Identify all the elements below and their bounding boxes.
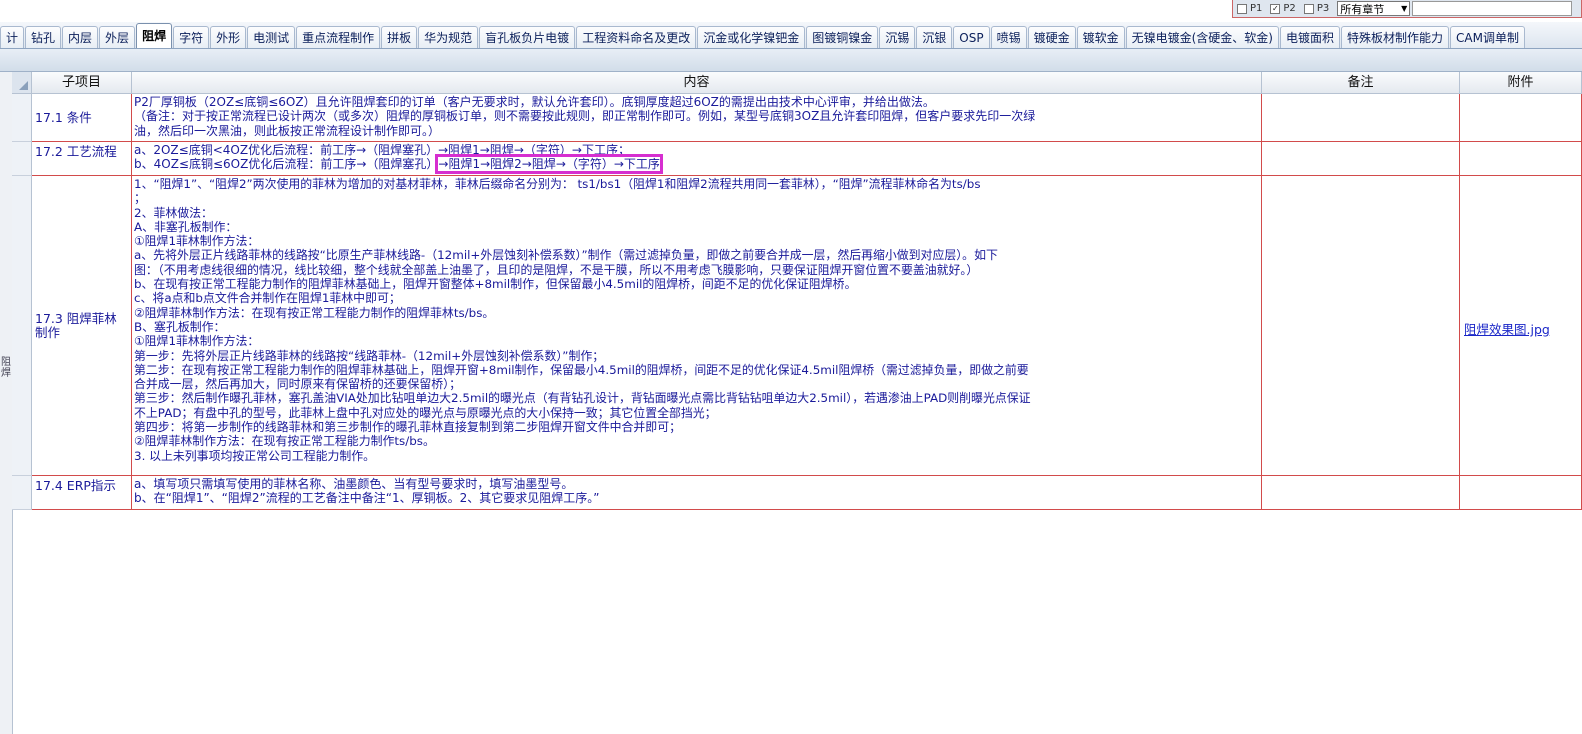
content-line: 2、菲林做法：: [134, 205, 213, 220]
content-line: B、塞孔板制作：: [134, 319, 226, 334]
header-content[interactable]: 内容: [132, 72, 1262, 94]
tab-14[interactable]: 图镀铜镍金: [806, 26, 879, 48]
tab-8[interactable]: 重点流程制作: [296, 26, 381, 48]
content-line: 第四步：将第一步制作的线路菲林和第三步制作的曝孔菲林直接复制到第二步阻焊开窗文件…: [134, 420, 681, 435]
header-sub-item[interactable]: 子项目: [32, 72, 132, 94]
p1-checkbox[interactable]: P1: [1237, 3, 1262, 14]
tab-1[interactable]: 钻孔: [25, 26, 62, 48]
content-lines: 1、“阻焊1”、“阻焊2”两次使用的菲林为增加的对基材菲林，菲林后缀命名分别为：…: [134, 177, 1259, 463]
content-line: ；: [134, 191, 146, 206]
remark-cell[interactable]: [1262, 176, 1460, 476]
filter-input-area[interactable]: [1412, 1, 1573, 16]
tab-7[interactable]: 电测试: [247, 26, 296, 48]
tab-5[interactable]: 字符: [173, 26, 210, 48]
header-attachment[interactable]: 附件: [1460, 72, 1582, 94]
remark-cell[interactable]: [1262, 476, 1460, 510]
chapter-filter-bar: P1 ✓ P2 P3 所有章节 ▼: [1232, 0, 1582, 18]
row-header[interactable]: [12, 176, 32, 476]
content-line: ②阻焊菲林制作方法：在现有按正常工程能力制作的阻焊菲林ts/bs。: [134, 305, 495, 320]
highlighted-process-text: →阻焊1→阻焊2→阻焊→（字符）→下工序: [435, 154, 663, 175]
tab-2[interactable]: 内层: [62, 26, 99, 48]
content-line: 3. 以上未列事项均按正常公司工程能力制作。: [134, 448, 376, 463]
content-line: 第三步：然后制作曝孔菲林，塞孔盖油VIA处加比钻咀单边大2.5mil的曝光点（有…: [134, 391, 1031, 406]
content-line: ①阻焊1菲林制作方法：: [134, 334, 260, 349]
tab-17[interactable]: OSP: [953, 26, 990, 48]
tab-4[interactable]: 阻焊: [136, 23, 173, 48]
p3-checkbox[interactable]: P3: [1303, 3, 1329, 14]
tab-20[interactable]: 镀软金: [1076, 26, 1125, 48]
tab-16[interactable]: 沉银: [916, 26, 953, 48]
content-cell[interactable]: a、2OZ≤底铜<4OZ优化后流程：前工序→（阻焊塞孔）→阻焊1→阻焊→（字符）…: [132, 142, 1262, 176]
checkbox-box: [1237, 3, 1247, 14]
attachment-cell[interactable]: [1460, 142, 1582, 176]
sub-item-cell[interactable]: 17.1 条件: [32, 94, 132, 142]
checkbox-box: [1303, 3, 1314, 14]
content-line: 图：（不用考虑线很细的情况，线比较细，整个线就全部盖上油墨了，且印的是阻焊，不是…: [134, 262, 979, 277]
tab-21[interactable]: 无镍电镀金(含硬金、软金): [1125, 26, 1279, 48]
tab-0[interactable]: 计: [0, 26, 25, 48]
checkbox-box-checked: ✓: [1270, 3, 1281, 14]
attachment-cell[interactable]: [1460, 94, 1582, 142]
sub-item-cell[interactable]: 17.4 ERP指示: [32, 476, 132, 510]
table-row[interactable]: 17.1 条件 P2厂厚铜板（2OZ≤底铜≤6OZ）且允许阻焊套印的订单（客户无…: [12, 94, 1582, 142]
attachment-cell[interactable]: 阻焊效果图.jpg: [1460, 176, 1582, 476]
table-row[interactable]: 17.3 阻焊菲林制作 1、“阻焊1”、“阻焊2”两次使用的菲林为增加的对基材菲…: [12, 176, 1582, 476]
row-header[interactable]: [12, 142, 32, 176]
tab-13[interactable]: 沉金或化学镍钯金: [697, 26, 806, 48]
tab-3[interactable]: 外层: [99, 26, 136, 48]
content-line: 第二步：在现有按正常工程能力制作的阻焊菲林基础上，阻焊开窗+8mil制作，保留最…: [134, 362, 1029, 377]
chapter-select[interactable]: 所有章节 ▼: [1337, 1, 1411, 16]
tab-23[interactable]: 特殊板材制作能力: [1341, 26, 1450, 48]
attachment-link[interactable]: 阻焊效果图.jpg: [1464, 319, 1550, 338]
table-row[interactable]: 17.2 工艺流程 a、2OZ≤底铜<4OZ优化后流程：前工序→（阻焊塞孔）→阻…: [12, 142, 1582, 176]
left-strip-label: 阻焊: [1, 357, 11, 379]
table-row[interactable]: 17.4 ERP指示 a、填写项只需填写使用的菲林名称、油墨颜色、当有型号要求时…: [12, 476, 1582, 510]
content-line: A、非塞孔板制作：: [134, 219, 238, 234]
tab-12[interactable]: 工程资料命名及更改: [576, 26, 697, 48]
content-cell[interactable]: 1、“阻焊1”、“阻焊2”两次使用的菲林为增加的对基材菲林，菲林后缀命名分别为：…: [132, 176, 1262, 476]
content-line: a、先将外层正片线路菲林的线路按“比原生产菲林线路-（12mil+外层蚀刻补偿系…: [134, 248, 998, 263]
dropdown-arrow-icon: ▼: [1401, 4, 1408, 13]
tab-24[interactable]: CAM调单制: [1450, 26, 1525, 48]
tab-9[interactable]: 拼板: [381, 26, 418, 48]
row-header[interactable]: [12, 94, 32, 142]
content-line: b、在现有按正常工程能力制作的阻焊菲林基础上，阻焊开窗整体+8mil制作，但保留…: [134, 277, 857, 292]
attachment-cell[interactable]: [1460, 476, 1582, 510]
content-line: ②阻焊菲林制作方法：在现有按正常工程能力制作ts/bs。: [134, 434, 435, 449]
tab-22[interactable]: 电镀面积: [1280, 26, 1341, 48]
content-line: c、将a点和b点文件合并制作在阻焊1菲林中即可；: [134, 291, 401, 306]
content-line: 第一步：先将外层正片线路菲林的线路按“线路菲林-（12mil+外层蚀刻补偿系数）…: [134, 348, 605, 363]
tab-6[interactable]: 外形: [210, 26, 247, 48]
row-header[interactable]: [12, 476, 32, 510]
tab-15[interactable]: 沉锡: [879, 26, 916, 48]
sub-item-cell[interactable]: 17.2 工艺流程: [32, 142, 132, 176]
remark-cell[interactable]: [1262, 142, 1460, 176]
tab-11[interactable]: 盲孔板负片电镀: [479, 26, 576, 48]
tab-10[interactable]: 华为规范: [418, 26, 479, 48]
select-all-corner[interactable]: [12, 72, 32, 94]
content-line: ①阻焊1菲林制作方法：: [134, 234, 260, 249]
tab-19[interactable]: 镀硬金: [1027, 26, 1076, 48]
content-cell[interactable]: a、填写项只需填写使用的菲林名称、油墨颜色、当有型号要求时，填写油墨型号。 b、…: [132, 476, 1262, 510]
content-line: 合并成一层，然后再加大，同时原来有保留桥的还要保留桥）；: [134, 377, 461, 392]
content-line: 1、“阻焊1”、“阻焊2”两次使用的菲林为增加的对基材菲林，菲林后缀命名分别为：…: [134, 177, 981, 191]
p2-checkbox[interactable]: ✓ P2: [1270, 3, 1296, 14]
tab-18[interactable]: 喷锡: [990, 26, 1027, 48]
remark-cell[interactable]: [1262, 94, 1460, 142]
content-line: 不上PAD；有盘中孔的型号，此菲林上盘中孔对应处的曝光点与原曝光点的大小保持一致…: [134, 405, 717, 420]
chapter-tabs: 计钻孔 内层 外层 阻焊 字符 外形 电测试 重点流程制作 拼板 华为规范 盲孔板负片电镀 工程资料命…: [0, 22, 1582, 49]
content-cell[interactable]: P2厂厚铜板（2OZ≤底铜≤6OZ）且允许阻焊套印的订单（客户无要求时，默认允许…: [132, 94, 1262, 142]
tool-band: [0, 49, 1582, 72]
header-remark[interactable]: 备注: [1262, 72, 1460, 94]
sub-item-cell[interactable]: 17.3 阻焊菲林制作: [32, 176, 132, 476]
